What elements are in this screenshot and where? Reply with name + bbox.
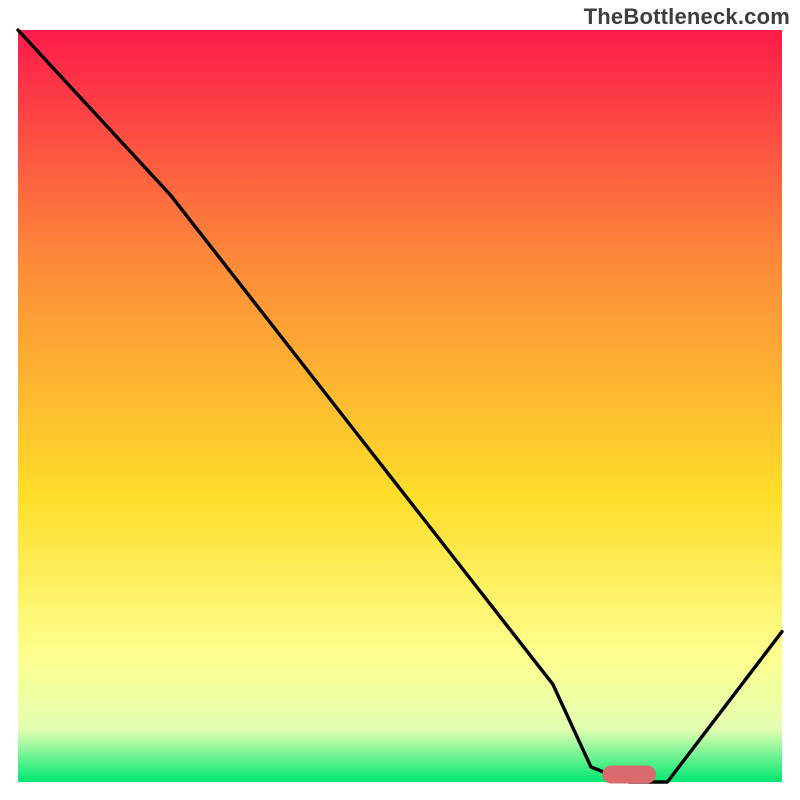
optimal-range-marker xyxy=(603,766,657,784)
chart-stage: TheBottleneck.com xyxy=(0,0,800,800)
watermark-text: TheBottleneck.com xyxy=(584,4,790,30)
bottleneck-plot xyxy=(0,0,800,800)
gradient-background xyxy=(18,30,782,782)
